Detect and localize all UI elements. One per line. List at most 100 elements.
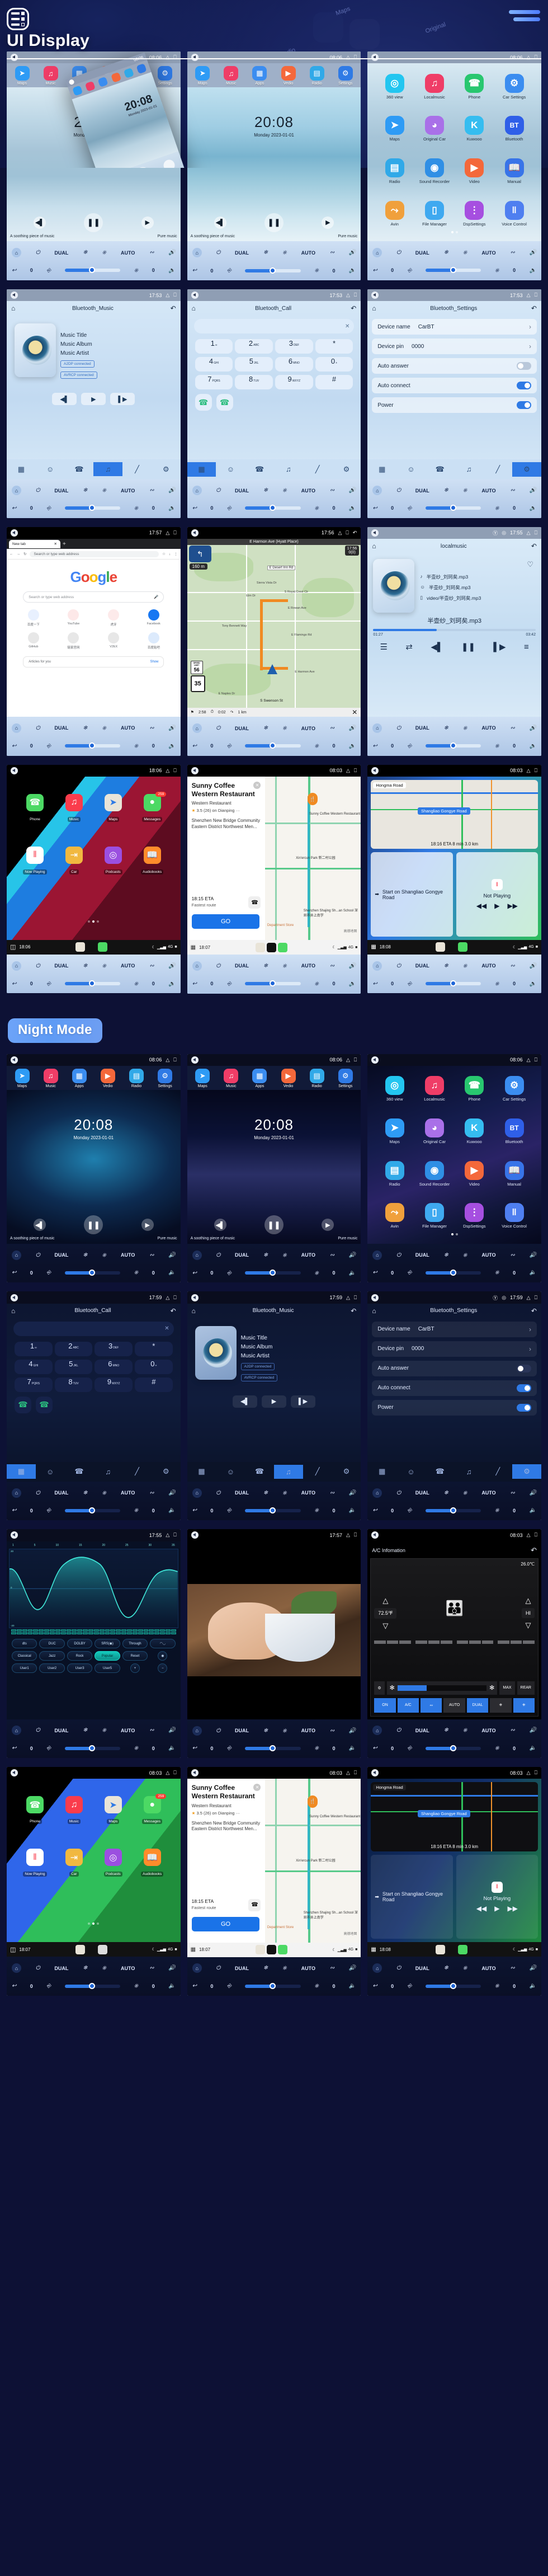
seat-icon[interactable]: ⎆ (407, 1507, 412, 1513)
back-circle-icon[interactable] (371, 1056, 379, 1064)
dual-label[interactable]: DUAL (235, 1490, 249, 1496)
chevron-up-icon[interactable]: △ (338, 530, 342, 536)
maps-icon[interactable] (255, 1945, 265, 1954)
seat-heat-icon[interactable]: ⎈ (134, 981, 138, 987)
call-icon[interactable]: ☎ (195, 394, 212, 411)
snowflake-icon[interactable]: ❄ (443, 1965, 448, 1971)
auto-connect-toggle[interactable] (516, 382, 531, 390)
dial-input[interactable]: ✕ (193, 319, 355, 334)
seat-icon[interactable]: ⎆ (227, 1983, 232, 1989)
volume-down-icon[interactable]: 🔈 (168, 505, 175, 511)
snowflake-icon[interactable]: ❄ (83, 1252, 87, 1258)
home-app-music[interactable]: ♫ Music (224, 66, 239, 86)
dual-label[interactable]: DUAL (415, 963, 429, 969)
snowflake-icon[interactable]: ❄ (263, 1490, 268, 1496)
power-icon[interactable]: ⏻ (396, 1965, 401, 1971)
auto-label[interactable]: AUTO (481, 1966, 495, 1971)
dual-label[interactable]: DUAL (415, 250, 429, 256)
recirculate-icon[interactable]: ∾ (510, 1965, 514, 1971)
app-kuwooo[interactable]: K Kuwooo (456, 116, 493, 157)
volume-down-icon[interactable]: 🔈 (349, 1983, 356, 1989)
recents-icon[interactable]: ⎕ (173, 1057, 176, 1063)
volume-up-icon[interactable]: 🔊 (168, 725, 175, 731)
now-playing-icon[interactable] (266, 1945, 276, 1954)
recents-icon[interactable]: ⎕ (173, 1770, 176, 1776)
back-arrow-icon[interactable]: ↩ (372, 1507, 377, 1513)
tab-settings[interactable]: ⚙ (152, 462, 181, 477)
fan-slider[interactable] (425, 267, 481, 274)
back-circle-icon[interactable] (11, 1294, 18, 1301)
row-device-pin[interactable]: Device pin 0000 › (372, 339, 537, 355)
screen-video-player[interactable]: 17:57 △ ⎕ ⌂ ⏻ DUAL ❄ ⎈ AUTO ∾ 🔊 ↩ 0 ⎆ ⎈ … (187, 1529, 361, 1759)
defrost-icon[interactable]: ⎈ (463, 1965, 467, 1971)
equalizer-icon[interactable]: ≡ (524, 642, 529, 652)
auto-label[interactable]: AUTO (121, 963, 135, 969)
recents-icon[interactable]: ⎕ (354, 768, 357, 774)
home-icon[interactable]: ⌂ (11, 304, 15, 312)
pause-icon[interactable]: ❚❚ (461, 642, 475, 652)
back-arrow-icon[interactable]: ↩ (12, 1983, 16, 1989)
microphone-icon[interactable]: 🎤 (154, 595, 158, 599)
volume-up-icon[interactable]: 🔊 (349, 725, 356, 731)
auto-answer-toggle[interactable] (516, 362, 531, 370)
map-canvas[interactable]: E Harmon Ave (Hyatt Place) ↰ 160 m 17:56… (187, 539, 361, 717)
back-arrow-icon[interactable]: ↩ (192, 267, 197, 274)
recents-icon[interactable]: ⎕ (354, 54, 357, 60)
recirculate-icon[interactable]: ∾ (149, 250, 154, 256)
defrost-icon[interactable]: ⎈ (282, 725, 287, 731)
back-arrow-icon[interactable]: ↩ (372, 505, 377, 511)
recents-icon[interactable]: ⎕ (173, 292, 176, 298)
volume-up-icon[interactable]: 🔊 (530, 1727, 536, 1733)
home-app-settings[interactable]: ⚙ Settings (158, 66, 173, 86)
snowflake-icon[interactable]: ❄ (83, 250, 87, 256)
volume-down-icon[interactable]: 🔈 (349, 1270, 356, 1276)
snowflake-icon[interactable]: ❄ (83, 963, 87, 969)
back-arrow-icon[interactable]: ↩ (372, 1270, 377, 1276)
back-arrow-icon[interactable]: ↩ (372, 1983, 377, 1989)
chevron-up-icon[interactable]: △ (527, 530, 531, 536)
tab-music[interactable]: ♫ (93, 1465, 122, 1479)
seat-icon[interactable]: ⎆ (46, 1270, 51, 1276)
volume-up-icon[interactable]: 🔊 (349, 250, 356, 256)
phone-icon[interactable] (458, 1944, 468, 1954)
power-toggle[interactable] (516, 1403, 531, 1412)
seat-heat-icon[interactable]: ⎈ (495, 1270, 499, 1276)
tab-calls[interactable]: ☎ (426, 1464, 455, 1479)
tab-link[interactable]: ╱ (122, 462, 152, 477)
chevron-up-icon[interactable]: △ (166, 1295, 169, 1301)
dual-label[interactable]: DUAL (235, 1966, 249, 1971)
dual-label[interactable]: DUAL (54, 488, 68, 493)
recirculate-icon[interactable]: ∾ (330, 1965, 334, 1971)
ac-compressor-button[interactable]: A/C (397, 1698, 419, 1713)
home-icon[interactable]: ⌂ (192, 248, 202, 258)
seat-icon[interactable]: ⎆ (46, 505, 51, 511)
chevron-up-icon[interactable]: △ (346, 1770, 350, 1776)
seat-icon[interactable]: ⎆ (227, 1507, 232, 1513)
recents-icon[interactable]: ⎕ (535, 1532, 537, 1538)
power-icon[interactable]: ⏻ (216, 1252, 220, 1258)
defrost-icon[interactable]: ⎈ (282, 1490, 287, 1496)
back-arrow-icon[interactable]: ↩ (12, 743, 16, 749)
dual-label[interactable]: DUAL (54, 1728, 68, 1733)
dashboard-directions-card[interactable]: ➡ Start on Shangliao Gongye Road (371, 852, 453, 937)
auto-label[interactable]: AUTO (301, 250, 315, 256)
preset-user1[interactable]: User1 (12, 1663, 37, 1674)
defrost-icon[interactable]: ⎈ (102, 250, 106, 256)
defrost-rear-icon[interactable]: ⎈ (490, 1698, 512, 1713)
phone-icon[interactable] (277, 942, 287, 952)
chevron-up-icon[interactable]: △ (166, 1770, 169, 1776)
browser-tab[interactable]: New tab ✕ (9, 539, 60, 548)
screen-home-night-2[interactable]: 08:06 △ ⎕ ➤ Maps ♫ Music ▦ Apps ▶ Vedio ▤ Rad… (187, 1054, 361, 1283)
power-icon[interactable]: ⏻ (36, 250, 40, 256)
apps-grid-icon[interactable]: ▦ (191, 944, 196, 951)
next-icon[interactable]: ▶ (322, 216, 334, 229)
decrease-button[interactable]: − (158, 1663, 168, 1674)
dual-label[interactable]: DUAL (235, 963, 249, 969)
snowflake-icon[interactable]: ❄ (443, 725, 448, 731)
fan-slider[interactable] (64, 1745, 121, 1751)
home-icon[interactable]: ⌂ (12, 1250, 21, 1260)
menu-lines-icon[interactable] (509, 10, 540, 25)
home-icon[interactable]: ⌂ (192, 486, 202, 496)
row-auto-connect[interactable]: Auto connect (372, 1380, 537, 1396)
back-arrow-icon[interactable]: ↩ (12, 981, 16, 987)
